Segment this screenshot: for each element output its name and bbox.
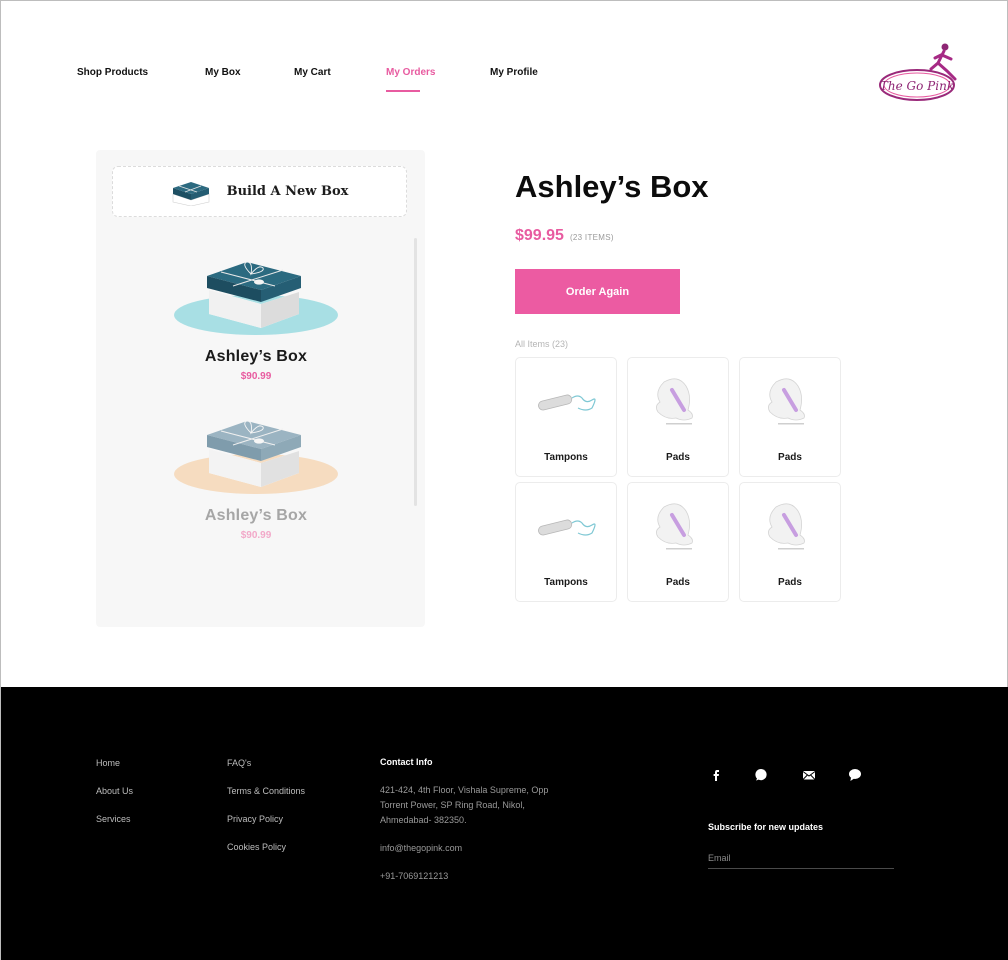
chat-icon[interactable]	[847, 767, 863, 783]
box-card-ashley[interactable]: Ashley’s Box $90.99	[156, 413, 356, 541]
facebook-icon[interactable]	[708, 767, 724, 783]
box-name: Ashley’s Box	[204, 348, 308, 365]
gift-box-grey-illustration	[174, 420, 338, 494]
item-label: Tampons	[544, 452, 588, 463]
address-line: 421-424, 4th Floor, Vishala Supreme, Opp	[380, 785, 549, 795]
item-tile-tampons[interactable]: Tampons	[515, 357, 617, 477]
top-navigation: Shop Products My Box My Cart My Orders M…	[1, 1, 1008, 111]
whatsapp-icon[interactable]	[753, 767, 769, 783]
all-items-label: All Items (23)	[515, 339, 569, 349]
logo-text: The Go Pink	[880, 79, 954, 93]
mail-icon[interactable]	[801, 767, 817, 783]
nav-my-box[interactable]: My Box	[205, 67, 241, 78]
footer-link-home[interactable]: Home	[96, 758, 120, 768]
nav-shop-products[interactable]: Shop Products	[77, 67, 148, 78]
contact-phone[interactable]: +91-7069121213	[380, 869, 448, 884]
tampon-icon	[538, 394, 596, 411]
nav-my-cart[interactable]: My Cart	[294, 67, 331, 78]
order-items-count: (23 ITEMS)	[569, 233, 614, 242]
box-list-scrollbar[interactable]	[414, 238, 417, 506]
page: Shop Products My Box My Cart My Orders M…	[0, 0, 1008, 960]
item-tile-tampons[interactable]: Tampons	[515, 482, 617, 602]
box-list-panel: Build A New Box Ashley’s Box $90.99 Ashl…	[96, 150, 425, 627]
pad-icon	[768, 378, 805, 425]
the-go-pink-logo[interactable]: The Go Pink	[875, 41, 967, 107]
box-card-ashley-selected[interactable]: Ashley’s Box $90.99	[156, 254, 356, 382]
footer-link-about-us[interactable]: About Us	[96, 786, 133, 796]
footer-link-cookies-policy[interactable]: Cookies Policy	[227, 842, 286, 852]
item-label: Pads	[666, 577, 690, 588]
build-new-box-label: Build A New Box	[226, 184, 349, 199]
order-title: Ashley’s Box	[515, 169, 709, 204]
mini-gift-box-icon	[172, 181, 209, 206]
item-label: Pads	[666, 452, 690, 463]
footer-link-terms[interactable]: Terms & Conditions	[227, 786, 305, 796]
item-label: Pads	[778, 577, 802, 588]
item-tile-pads[interactable]: Pads	[627, 357, 729, 477]
pad-icon	[656, 503, 693, 550]
footer-link-privacy-policy[interactable]: Privacy Policy	[227, 814, 283, 824]
item-tile-pads[interactable]: Pads	[739, 357, 841, 477]
contact-address: 421-424, 4th Floor, Vishala Supreme, Opp…	[380, 783, 548, 828]
nav-my-orders[interactable]: My Orders	[386, 67, 435, 78]
item-tile-pads[interactable]: Pads	[627, 482, 729, 602]
item-tile-pads[interactable]: Pads	[739, 482, 841, 602]
item-label: Pads	[778, 452, 802, 463]
order-price: $99.95	[515, 227, 564, 244]
address-line: Torrent Power, SP Ring Road, Nikol,	[380, 800, 525, 810]
build-new-box-button[interactable]: Build A New Box	[112, 166, 407, 217]
address-line: Ahmedabad- 382350.	[380, 815, 467, 825]
pad-icon	[768, 503, 805, 550]
pad-icon	[656, 378, 693, 425]
box-name: Ashley’s Box	[204, 507, 308, 524]
subscribe-email-input[interactable]	[708, 847, 894, 869]
box-price: $90.99	[240, 530, 272, 541]
box-price: $90.99	[240, 371, 272, 382]
gift-box-teal-illustration	[174, 261, 338, 335]
order-again-button[interactable]: Order Again	[515, 269, 680, 314]
active-nav-underline	[386, 90, 420, 92]
footer-link-services[interactable]: Services	[96, 814, 131, 824]
contact-email[interactable]: info@thegopink.com	[380, 841, 462, 856]
item-label: Tampons	[544, 577, 588, 588]
contact-info-heading: Contact Info	[380, 757, 433, 767]
footer: Home About Us Services FAQ's Terms & Con…	[1, 687, 1008, 960]
footer-link-faqs[interactable]: FAQ's	[227, 758, 251, 768]
order-price-row: $99.95 (23 ITEMS)	[515, 227, 614, 245]
nav-my-profile[interactable]: My Profile	[490, 67, 538, 78]
subscribe-heading: Subscribe for new updates	[708, 822, 824, 832]
tampon-icon	[538, 519, 596, 536]
